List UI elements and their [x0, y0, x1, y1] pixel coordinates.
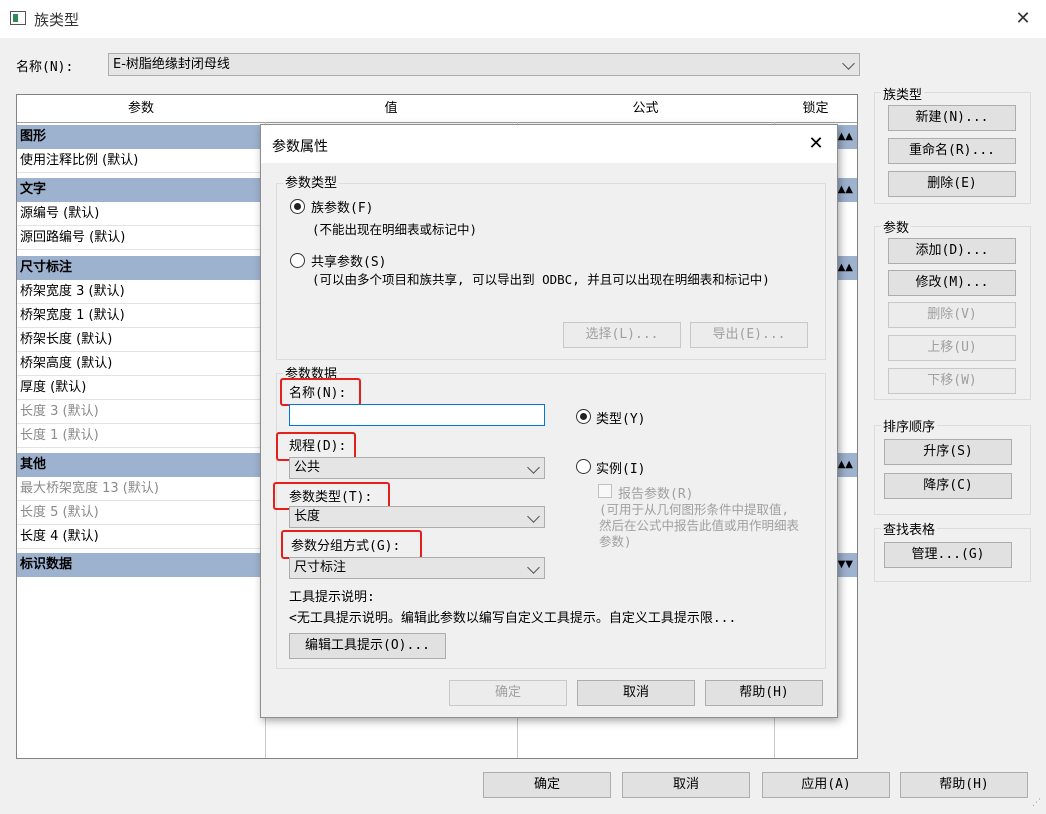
- edit-tooltip-button[interactable]: 编辑工具提示(O)...: [289, 633, 446, 659]
- parameter-type-select[interactable]: 长度: [289, 506, 545, 528]
- move-down-button[interactable]: 下移(W): [888, 368, 1016, 394]
- manage-lookup-button[interactable]: 管理...(G): [884, 542, 1012, 568]
- parameter-properties-dialog: 参数属性 ✕ 参数类型 族参数(F) (不能出现在明细表或标记中) 共享参数(S…: [260, 124, 838, 718]
- collapse-icon[interactable]: ▲▲: [838, 125, 853, 149]
- delete-type-button[interactable]: 删除(E): [888, 171, 1016, 197]
- column-header-formula[interactable]: 公式: [517, 95, 775, 123]
- dialog-title: 参数属性: [272, 139, 328, 155]
- name-input[interactable]: [289, 404, 545, 426]
- group-label: 文字: [20, 182, 47, 197]
- column-header-lock[interactable]: 锁定: [774, 95, 857, 123]
- discipline-value: 公共: [294, 460, 321, 475]
- export-button[interactable]: 导出(E)...: [690, 322, 808, 348]
- sort-ascending-button[interactable]: 升序(S): [884, 439, 1012, 465]
- group-label: 图形: [20, 129, 47, 144]
- move-up-button[interactable]: 上移(U): [888, 335, 1016, 361]
- parameters-group-label: 参数: [881, 217, 912, 236]
- table-row[interactable]: 源回路编号 (默认): [17, 226, 265, 250]
- highlight-box: [280, 378, 361, 406]
- column-header-parameter[interactable]: 参数: [17, 95, 266, 123]
- name-label: 名称(N):: [16, 60, 74, 75]
- table-row[interactable]: 长度 5 (默认): [17, 501, 265, 525]
- table-row[interactable]: 桥架宽度 3 (默认): [17, 280, 265, 304]
- table-row[interactable]: 使用注释比例 (默认): [17, 149, 265, 173]
- shared-parameter-note: (可以由多个项目和族共享, 可以导出到 ODBC, 并且可以出现在明细表和标记中…: [312, 272, 770, 287]
- discipline-select[interactable]: 公共: [289, 457, 545, 479]
- table-row[interactable]: 厚度 (默认): [17, 376, 265, 400]
- report-parameter-checkbox[interactable]: [598, 484, 612, 498]
- help-button[interactable]: 帮助(H): [900, 772, 1028, 798]
- chevron-down-icon: [527, 510, 540, 523]
- ok-button[interactable]: 确定: [483, 772, 611, 798]
- dialog-cancel-button[interactable]: 取消: [577, 680, 695, 706]
- shared-parameter-radio[interactable]: [290, 253, 305, 268]
- cancel-button[interactable]: 取消: [622, 772, 750, 798]
- type-radio[interactable]: [576, 409, 591, 424]
- table-row[interactable]: 桥架宽度 1 (默认): [17, 304, 265, 328]
- window-titlebar: [0, 0, 1046, 38]
- parameter-type-group-label: 参数类型: [283, 172, 340, 191]
- close-icon[interactable]: ✕: [805, 133, 827, 155]
- highlight-box: [281, 530, 422, 559]
- table-row[interactable]: 长度 4 (默认): [17, 525, 265, 549]
- instance-radio[interactable]: [576, 459, 591, 474]
- parameter-type-value: 长度: [294, 509, 321, 524]
- table-row[interactable]: 最大桥架宽度 13 (默认): [17, 477, 265, 501]
- table-row[interactable]: 长度 3 (默认): [17, 400, 265, 424]
- resize-grip-icon[interactable]: ⋰: [1032, 799, 1044, 812]
- group-by-select[interactable]: 尺寸标注: [289, 557, 545, 579]
- group-label: 其他: [20, 457, 47, 472]
- collapse-icon[interactable]: ▲▲: [838, 453, 853, 477]
- dialog-titlebar: [261, 125, 837, 163]
- report-parameter-note: (可用于从几何图形条件中提取值, 然后在公式中报告此值或用作明细表参数): [599, 502, 800, 549]
- table-row[interactable]: 桥架高度 (默认): [17, 352, 265, 376]
- apply-button[interactable]: 应用(A): [762, 772, 890, 798]
- group-label: 标识数据: [20, 557, 73, 572]
- modify-parameter-button[interactable]: 修改(M)...: [888, 270, 1016, 296]
- type-radio-label[interactable]: 类型(Y): [596, 408, 645, 427]
- window-title: 族类型: [34, 11, 80, 29]
- rename-type-button[interactable]: 重命名(R)...: [888, 138, 1016, 164]
- close-icon[interactable]: ✕: [1010, 6, 1036, 32]
- remove-parameter-button[interactable]: 删除(V): [888, 302, 1016, 328]
- sort-descending-button[interactable]: 降序(C): [884, 473, 1012, 499]
- dialog-ok-button[interactable]: 确定: [449, 680, 567, 706]
- new-type-button[interactable]: 新建(N)...: [888, 105, 1016, 131]
- family-parameter-label[interactable]: 族参数(F): [311, 197, 373, 216]
- report-parameter-label[interactable]: 报告参数(R): [618, 483, 693, 502]
- family-parameter-radio[interactable]: [290, 199, 305, 214]
- tooltip-label: 工具提示说明:: [289, 590, 375, 605]
- sort-group-label: 排序顺序: [881, 416, 938, 435]
- family-parameter-note: (不能出现在明细表或标记中): [312, 222, 478, 237]
- dialog-help-button[interactable]: 帮助(H): [705, 680, 823, 706]
- group-label: 尺寸标注: [20, 260, 73, 275]
- lookup-group-label: 查找表格: [881, 519, 938, 538]
- table-row[interactable]: 长度 1 (默认): [17, 424, 265, 448]
- family-types-group-label: 族类型: [881, 84, 925, 103]
- instance-radio-label[interactable]: 实例(I): [596, 458, 645, 477]
- select-button[interactable]: 选择(L)...: [563, 322, 681, 348]
- collapse-icon[interactable]: ▲▲: [838, 178, 853, 202]
- tooltip-text: <无工具提示说明。编辑此参数以编写自定义工具提示。自定义工具提示限...: [289, 611, 737, 626]
- chevron-down-icon: [842, 57, 855, 70]
- family-type-value: E-树脂绝缘封闭母线: [113, 57, 230, 72]
- family-types-icon: [10, 11, 26, 25]
- group-by-value: 尺寸标注: [294, 560, 347, 575]
- collapse-icon[interactable]: ▲▲: [838, 256, 853, 280]
- chevron-down-icon: [527, 561, 540, 574]
- family-type-select[interactable]: E-树脂绝缘封闭母线: [108, 53, 860, 76]
- column-header-value[interactable]: 值: [265, 95, 518, 123]
- chevron-down-icon: [527, 461, 540, 474]
- table-row[interactable]: 源编号 (默认): [17, 202, 265, 226]
- add-parameter-button[interactable]: 添加(D)...: [888, 238, 1016, 264]
- shared-parameter-label[interactable]: 共享参数(S): [311, 251, 386, 270]
- expand-icon[interactable]: ▼▼: [838, 553, 853, 577]
- table-row[interactable]: 桥架长度 (默认): [17, 328, 265, 352]
